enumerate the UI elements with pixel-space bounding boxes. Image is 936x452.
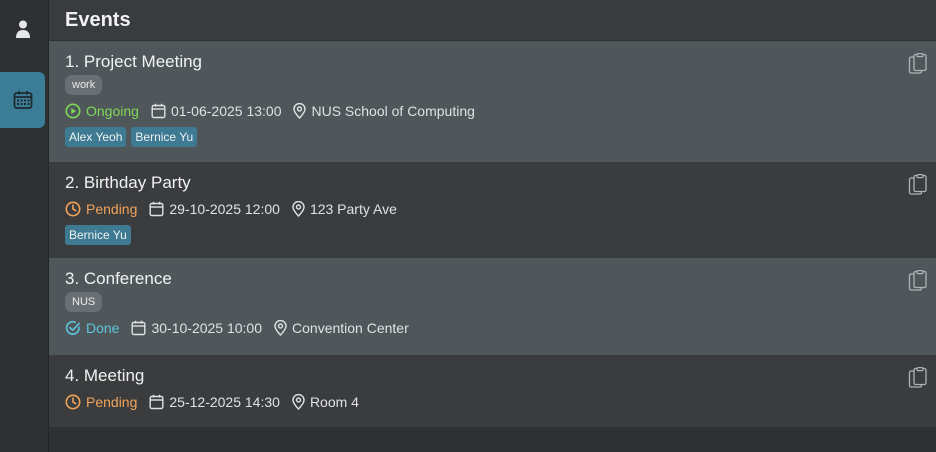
event-people: Alex Yeoh Bernice Yu bbox=[65, 127, 920, 147]
event-location-label: Room 4 bbox=[309, 394, 359, 410]
event-title: 1. Project Meeting bbox=[65, 52, 203, 71]
event-status: Ongoing bbox=[65, 103, 139, 119]
person-icon bbox=[15, 20, 30, 38]
event-status: Pending bbox=[65, 201, 137, 217]
event-datetime: 01-06-2025 13:00 bbox=[151, 103, 282, 119]
event-meta: Ongoing 01-06-2025 13:00 NUS School of C… bbox=[65, 100, 920, 122]
person-chip: Alex Yeoh bbox=[65, 127, 127, 147]
main-panel: Events 1. Project Meeting work Ongoing 0… bbox=[49, 0, 936, 452]
calendar-icon bbox=[13, 91, 32, 109]
event-location: NUS School of Computing bbox=[293, 103, 475, 119]
clipboard-copy-icon bbox=[908, 270, 927, 291]
event-status-label: Pending bbox=[86, 394, 138, 410]
calendar-small-icon bbox=[149, 394, 164, 410]
location-pin-icon bbox=[274, 320, 287, 336]
event-list: 1. Project Meeting work Ongoing 01-06-20… bbox=[49, 41, 936, 427]
event-status-label: Done bbox=[86, 320, 120, 336]
page-title: Events bbox=[65, 8, 131, 31]
clock-icon bbox=[65, 394, 81, 410]
location-pin-icon bbox=[293, 103, 307, 119]
event-datetime: 30-10-2025 10:00 bbox=[131, 320, 262, 336]
person-chip: Bernice Yu bbox=[131, 127, 198, 147]
copy-button[interactable] bbox=[908, 53, 928, 75]
event-card[interactable]: 3. Conference NUS Done 30-10-2025 10:00 … bbox=[49, 258, 936, 355]
event-location: Convention Center bbox=[274, 320, 409, 336]
event-datetime: 29-10-2025 12:00 bbox=[149, 201, 280, 217]
event-card[interactable]: 2. Birthday Party Pending 29-10-2025 12:… bbox=[49, 162, 936, 258]
event-status: Done bbox=[65, 320, 119, 336]
clock-icon bbox=[65, 201, 81, 217]
location-pin-icon bbox=[292, 394, 305, 410]
event-location: 123 Party Ave bbox=[292, 201, 397, 217]
calendar-small-icon bbox=[151, 103, 166, 119]
event-datetime-label: 29-10-2025 12:00 bbox=[169, 201, 280, 217]
event-datetime-label: 25-12-2025 14:30 bbox=[169, 394, 280, 410]
event-location: Room 4 bbox=[292, 394, 359, 410]
event-location-label: Convention Center bbox=[292, 320, 409, 336]
check-circle-icon bbox=[65, 321, 80, 335]
event-datetime: 25-12-2025 14:30 bbox=[149, 394, 280, 410]
copy-button[interactable] bbox=[908, 270, 928, 292]
event-meta: Done 30-10-2025 10:00 Convention Center bbox=[65, 317, 920, 339]
clipboard-copy-icon bbox=[908, 174, 927, 195]
event-card[interactable]: 1. Project Meeting work Ongoing 01-06-20… bbox=[49, 41, 936, 162]
event-tag: NUS bbox=[65, 292, 103, 312]
event-title: 3. Conference bbox=[65, 269, 172, 288]
copy-button[interactable] bbox=[908, 174, 928, 196]
event-datetime-label: 01-06-2025 13:00 bbox=[170, 103, 282, 119]
person-chip: Bernice Yu bbox=[65, 225, 131, 245]
event-meta: Pending 29-10-2025 12:00 123 Party Ave bbox=[65, 198, 920, 220]
event-card[interactable]: 4. Meeting Pending 25-12-2025 14:30 Room… bbox=[49, 355, 936, 427]
copy-button[interactable] bbox=[908, 367, 928, 389]
event-status-label: Ongoing bbox=[86, 103, 139, 119]
event-tag: work bbox=[65, 75, 103, 95]
location-pin-icon bbox=[292, 201, 305, 217]
event-status-label: Pending bbox=[86, 201, 138, 217]
event-title: 2. Birthday Party bbox=[65, 173, 191, 192]
clipboard-copy-icon bbox=[908, 53, 927, 74]
event-location-label: NUS School of Computing bbox=[311, 103, 475, 119]
calendar-small-icon bbox=[149, 201, 164, 217]
sidebar-item-persons[interactable] bbox=[0, 1, 45, 57]
app-window: Events 1. Project Meeting work Ongoing 0… bbox=[0, 0, 936, 452]
event-datetime-label: 30-10-2025 10:00 bbox=[151, 320, 263, 336]
event-title: 4. Meeting bbox=[65, 366, 145, 385]
sidebar bbox=[0, 0, 49, 452]
header: Events bbox=[49, 0, 936, 40]
sidebar-item-events[interactable] bbox=[0, 72, 45, 128]
clipboard-copy-icon bbox=[908, 367, 927, 388]
event-location-label: 123 Party Ave bbox=[309, 201, 397, 217]
calendar-small-icon bbox=[131, 320, 146, 336]
play-circle-icon bbox=[65, 103, 81, 119]
event-meta: Pending 25-12-2025 14:30 Room 4 bbox=[65, 391, 920, 413]
event-status: Pending bbox=[65, 394, 137, 410]
event-people: Bernice Yu bbox=[65, 225, 920, 245]
